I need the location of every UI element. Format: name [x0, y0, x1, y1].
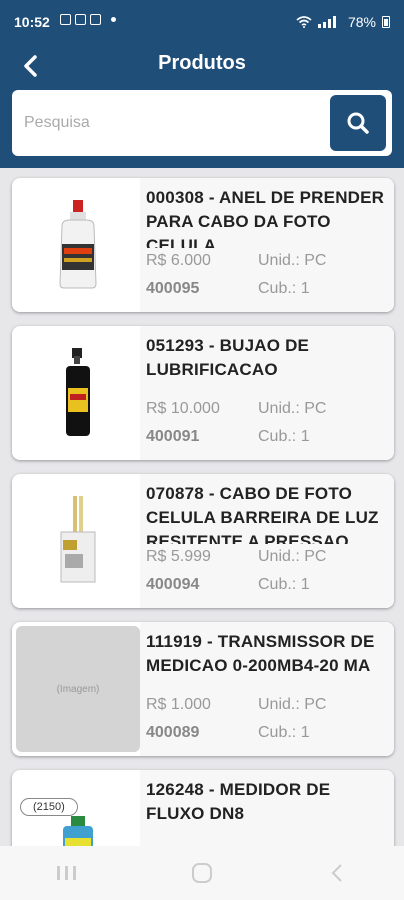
image-icon — [60, 14, 71, 25]
app-icon — [90, 14, 101, 25]
search-icon — [347, 112, 369, 134]
image-placeholder-label: (Imagem) — [56, 683, 100, 695]
product-list[interactable]: 000308 - ANEL DE PRENDER PARA CABO DA FO… — [0, 168, 404, 846]
system-nav-bar — [0, 846, 404, 900]
more-notifications-icon — [111, 17, 116, 22]
battery-icon — [382, 16, 390, 28]
product-price: R$ 10.000 — [146, 400, 220, 417]
search-button[interactable] — [330, 95, 386, 151]
product-price: R$ 5.999 — [146, 548, 211, 565]
status-bar: 10:52 78% — [0, 0, 404, 44]
product-card[interactable]: (2150) 126248 - MEDIDOR DE FLUXO DN8 — [12, 770, 394, 846]
product-unit: Unid.: PC — [258, 548, 327, 565]
home-icon — [191, 863, 212, 883]
search-input[interactable] — [24, 104, 324, 142]
product-title: 070878 - CABO DE FOTO CELULA BARREIRA DE… — [146, 484, 379, 544]
search-box — [12, 90, 392, 156]
battery-percent: 78% — [347, 14, 376, 30]
product-title: 000308 - ANEL DE PRENDER PARA CABO DA FO… — [146, 188, 385, 248]
status-right: 78% — [296, 14, 390, 30]
product-cub: Cub.: 1 — [258, 724, 310, 741]
lubricant-bottle-image — [59, 200, 97, 289]
product-card[interactable]: (Imagem) 111919 - TRANSMISSOR DE MEDICAO… — [12, 622, 394, 756]
recent-apps-icon — [57, 866, 77, 880]
product-unit: Unid.: PC — [258, 400, 327, 417]
product-code: 400094 — [146, 576, 200, 593]
mail-icon — [75, 14, 86, 25]
product-title: 126248 - MEDIDOR DE FLUXO DN8 — [146, 780, 331, 823]
product-code: 400095 — [146, 280, 200, 297]
signal-icon — [317, 16, 336, 28]
product-title: 051293 - BUJAO DE LUBRIFICACAO — [146, 336, 310, 379]
product-price: R$ 1.000 — [146, 696, 211, 713]
product-unit: Unid.: PC — [258, 252, 327, 269]
cable-package-image — [60, 496, 96, 583]
product-title: 111919 - TRANSMISSOR DE MEDICAO 0-200MB4… — [146, 632, 375, 675]
product-image-placeholder: (Imagem) — [16, 626, 140, 752]
product-cub: Cub.: 1 — [258, 576, 310, 593]
home-button[interactable] — [172, 853, 232, 893]
product-image — [16, 330, 140, 456]
product-unit: Unid.: PC — [258, 696, 327, 713]
product-cub: Cub.: 1 — [258, 428, 310, 445]
product-badge: (2150) — [20, 798, 78, 816]
back-nav-icon — [331, 864, 342, 882]
page-title: Produtos — [158, 52, 246, 74]
status-time: 10:52 — [14, 14, 50, 30]
product-image — [16, 478, 140, 604]
app-bar: Produtos — [0, 44, 404, 168]
product-code: 400089 — [146, 724, 200, 741]
notification-icons — [60, 14, 116, 25]
product-price: R$ 6.000 — [146, 252, 211, 269]
back-nav-button[interactable] — [307, 853, 367, 893]
spray-bottle-image — [66, 348, 90, 436]
product-cub: Cub.: 1 — [258, 280, 310, 297]
recent-apps-button[interactable] — [37, 853, 97, 893]
product-card[interactable]: 000308 - ANEL DE PRENDER PARA CABO DA FO… — [12, 178, 394, 312]
product-code: 400091 — [146, 428, 200, 445]
wifi-icon — [296, 16, 312, 28]
product-card[interactable]: 070878 - CABO DE FOTO CELULA BARREIRA DE… — [12, 474, 394, 608]
product-card[interactable]: 051293 - BUJAO DE LUBRIFICACAO R$ 10.000… — [12, 326, 394, 460]
product-image — [16, 182, 140, 308]
